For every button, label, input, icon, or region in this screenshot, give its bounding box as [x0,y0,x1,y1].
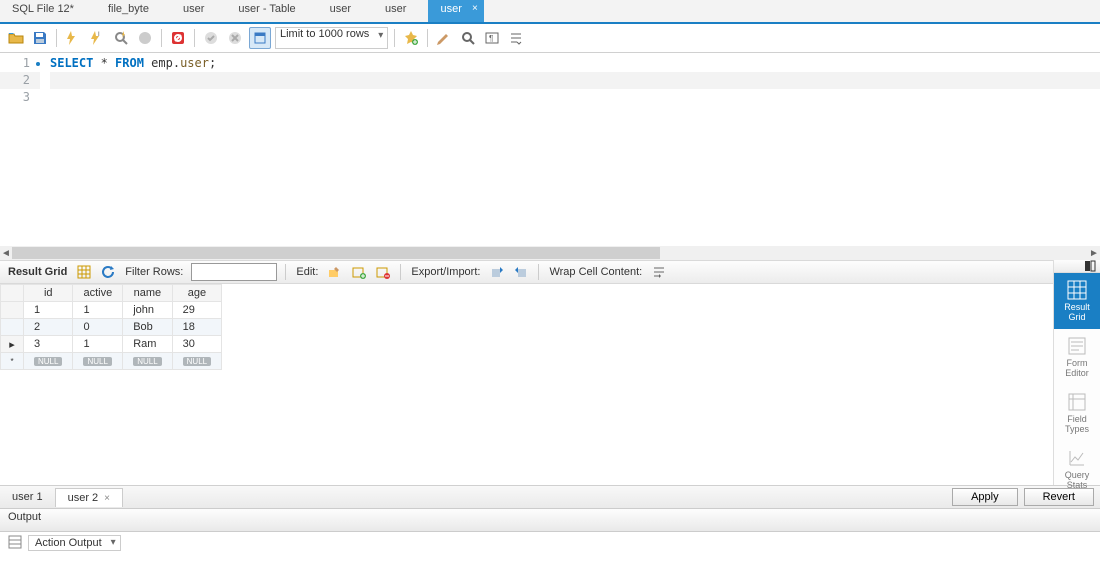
export-import-label: Export/Import: [409,266,482,278]
edit-label: Edit: [294,266,320,278]
grid-view-icon[interactable] [75,263,93,281]
explain-button[interactable] [111,28,131,48]
result-grid-toolbar: Result Grid Filter Rows: Edit: Export/Im… [0,260,1053,284]
result-tab-user1[interactable]: user 1 [0,488,55,506]
execute-current-button[interactable]: I [87,28,107,48]
output-bar: Action Output [0,532,1100,554]
invisible-chars-button[interactable]: ¶ [482,28,502,48]
result-tab-user2[interactable]: user 2× [55,488,123,507]
scroll-thumb[interactable] [12,247,660,259]
editor-hscroll[interactable]: ◄ ► [0,246,1100,260]
add-row-icon[interactable] [350,263,368,281]
row-limit-select[interactable]: Limit to 1000 rows [275,27,388,49]
table-header-row: id active name age [1,285,222,302]
edit-row-icon[interactable] [326,263,344,281]
editor-gutter: 1 2 3 [0,53,50,246]
file-tabs: SQL File 12* file_byte user user - Table… [0,0,1100,24]
close-icon[interactable]: × [472,3,478,14]
filter-rows-label: Filter Rows: [123,266,185,278]
rollback-button[interactable] [225,28,245,48]
table-row[interactable]: 20Bob18 [1,319,222,336]
tab-user-1[interactable]: user [171,0,226,22]
sql-toolbar: I Limit to 1000 rows ¶ [0,24,1100,53]
result-tabs-bar: user 1 user 2× Apply Revert [0,485,1100,508]
output-list-icon[interactable] [8,535,22,552]
result-grid[interactable]: id active name age 11john29 20Bob18 ▸ 31… [0,284,1053,485]
filter-rows-input[interactable] [191,263,277,281]
no-limit-button[interactable] [168,28,188,48]
result-grid-label: Result Grid [6,266,69,278]
autocommit-button[interactable] [249,27,271,49]
new-row-icon: * [1,353,24,370]
revert-button[interactable]: Revert [1024,488,1094,506]
stop-button[interactable] [135,28,155,48]
col-name[interactable]: name [123,285,172,302]
favorite-button[interactable] [401,28,421,48]
tab-user-2[interactable]: user [318,0,373,22]
tab-sqlfile12[interactable]: SQL File 12* [0,0,96,22]
panel-collapse-icon[interactable] [1054,260,1100,273]
import-icon[interactable] [512,263,530,281]
tab-user-3[interactable]: user [373,0,428,22]
col-active[interactable]: active [73,285,123,302]
find-button[interactable] [458,28,478,48]
execute-button[interactable] [63,28,83,48]
col-id[interactable]: id [24,285,73,302]
scroll-right-icon[interactable]: ► [1088,248,1100,259]
wrap-lines-button[interactable] [506,28,526,48]
side-panel-result-grid[interactable]: ResultGrid [1054,273,1100,329]
side-panel-field-types[interactable]: FieldTypes [1054,385,1100,441]
table-row[interactable]: 11john29 [1,302,222,319]
svg-text:¶: ¶ [489,34,493,43]
col-age[interactable]: age [172,285,221,302]
svg-text:I: I [98,32,100,38]
editor-code[interactable]: SELECT * FROM emp.user; [50,53,1100,246]
sql-editor[interactable]: 1 2 3 SELECT * FROM emp.user; [0,53,1100,246]
tab-file-byte[interactable]: file_byte [96,0,171,22]
table-row-new[interactable]: * NULL NULL NULL NULL [1,353,222,370]
apply-button[interactable]: Apply [952,488,1018,506]
scroll-left-icon[interactable]: ◄ [0,248,12,259]
wrap-cell-icon[interactable] [650,263,668,281]
commit-button[interactable] [201,28,221,48]
close-icon[interactable]: × [104,493,110,504]
export-icon[interactable] [488,263,506,281]
side-panel-bar: ResultGrid FormEditor FieldTypes QuerySt… [1053,260,1100,485]
delete-row-icon[interactable] [374,263,392,281]
tab-user-active[interactable]: user× [428,0,483,22]
open-file-button[interactable] [6,28,26,48]
output-header: Output [0,508,1100,532]
wrap-cell-label: Wrap Cell Content: [547,266,644,278]
output-select[interactable]: Action Output [28,535,121,551]
current-row-icon: ▸ [1,336,24,353]
table-row[interactable]: ▸ 31Ram30 [1,336,222,353]
beautify-button[interactable] [434,28,454,48]
save-button[interactable] [30,28,50,48]
side-panel-form-editor[interactable]: FormEditor [1054,329,1100,385]
tab-user-table[interactable]: user - Table [226,0,317,22]
refresh-icon[interactable] [99,263,117,281]
